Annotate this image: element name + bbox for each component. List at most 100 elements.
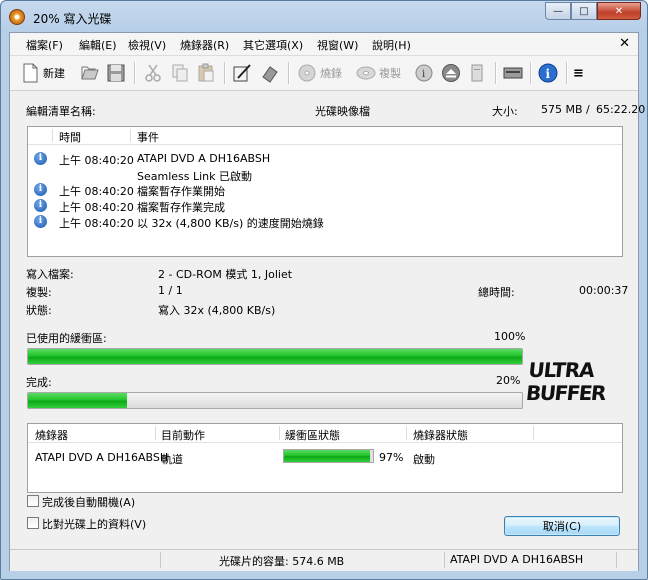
nero-disc-icon[interactable] <box>9 9 25 25</box>
cancel-button[interactable]: 取消(C) <box>504 516 620 536</box>
buffer-progress-fill <box>28 349 522 364</box>
drive-tray-icon <box>503 67 523 79</box>
menu-bar: 檔案(F) 編輯(E) 檢視(V) 燒錄器(R) 其它選項(X) 視窗(W) 說… <box>10 33 638 56</box>
duration-value: 65:22.20 <box>596 103 646 116</box>
done-percent: 20% <box>496 374 521 387</box>
burn-button-label: 燒錄 <box>320 67 342 80</box>
drive-buffer-percent: 97% <box>379 451 404 464</box>
log-row: i 上午 08:40:20 以 32x (4,800 KB/s) 的速度開始燒錄 <box>28 214 622 230</box>
chevron-overflow-icon: ≡ <box>573 65 584 81</box>
ultrabuffer-logo: ULTRA BUFFER <box>527 358 608 404</box>
menu-extras[interactable]: 其它選項(X) <box>243 37 303 53</box>
copy-disc-button[interactable]: 複製 <box>356 62 401 84</box>
recorder-list-header: 燒錄器 目前動作 緩衝區狀態 燒錄器狀態 <box>28 424 622 443</box>
new-button-label: 新建 <box>43 67 65 80</box>
write-files-value: 2 - CD-ROM 模式 1, Joliet <box>158 268 293 281</box>
compile-burn-button[interactable] <box>232 62 252 84</box>
paste-icon <box>198 63 214 82</box>
cut-button[interactable] <box>143 62 163 84</box>
window-title: 20% 寫入光碟 <box>33 12 112 26</box>
mdi-close-icon[interactable]: ✕ <box>619 36 630 51</box>
menu-file[interactable]: 檔案(F) <box>26 37 63 53</box>
info-icon: i <box>34 199 47 212</box>
close-button[interactable]: ✕ <box>597 2 641 20</box>
done-progress-bar <box>27 392 523 409</box>
verify-data-label[interactable]: 比對光碟上的資料(V) <box>42 516 146 532</box>
burn-button[interactable]: 燒錄 <box>297 62 342 84</box>
done-progress-fill <box>28 393 127 408</box>
about-button[interactable]: i <box>538 62 558 84</box>
menu-edit[interactable]: 編輯(E) <box>79 37 117 53</box>
copy-disc-icon <box>356 66 376 80</box>
column-header-action[interactable]: 目前動作 <box>161 427 205 443</box>
app-window: 20% 寫入光碟 — □ ✕ 檔案(F) 編輯(E) 檢視(V) 燒錄器(R) … <box>0 0 648 580</box>
total-time-value: 00:00:37 <box>579 284 629 297</box>
info-icon: i <box>34 152 47 165</box>
paste-button[interactable] <box>196 62 216 84</box>
size-value: 575 MB <box>541 103 583 116</box>
copy-disc-button-label: 複製 <box>379 67 401 80</box>
recorder-status: 啟動 <box>413 453 435 466</box>
log-row: Seamless Link 已啟動 <box>28 167 622 183</box>
log-event: 檔案暫存作業完成 <box>137 201 225 214</box>
menu-recorder[interactable]: 燒錄器(R) <box>180 37 229 53</box>
menu-view[interactable]: 檢視(V) <box>128 37 166 53</box>
menu-help[interactable]: 說明(H) <box>372 37 411 53</box>
info-icon: i <box>34 183 47 196</box>
auto-shutdown-checkbox[interactable] <box>27 495 39 507</box>
status-drive-text: ATAPI DVD A DH16ABSH <box>450 553 584 566</box>
column-header-recorder[interactable]: 燒錄器 <box>35 427 68 443</box>
status-label: 狀態: <box>26 304 52 317</box>
erase-button[interactable] <box>260 62 280 84</box>
drive-button[interactable] <box>467 62 487 84</box>
column-header-event[interactable]: 事件 <box>137 129 159 145</box>
event-log-list[interactable]: 時間 事件 i 上午 08:40:20 ATAPI DVD A DH16ABSH… <box>27 126 623 257</box>
write-files-label: 寫入檔案: <box>26 268 74 281</box>
open-icon <box>81 66 99 80</box>
main-client-area: 檔案(F) 編輯(E) 檢視(V) 燒錄器(R) 其它選項(X) 視窗(W) 說… <box>9 32 645 571</box>
svg-text:i: i <box>422 69 425 80</box>
copies-value: 1 / 1 <box>158 284 183 297</box>
minimize-button[interactable]: — <box>545 2 571 20</box>
buffer-label: 已使用的緩衝區: <box>26 332 107 345</box>
svg-text:BUFFER: BUFFER <box>527 381 608 404</box>
done-label: 完成: <box>26 376 52 389</box>
current-action: 軌道 <box>161 453 183 466</box>
copy-icon <box>172 64 188 82</box>
tray-button[interactable] <box>503 62 523 84</box>
drive-icon <box>471 64 483 82</box>
column-header-recorder-status[interactable]: 燒錄器狀態 <box>413 427 468 443</box>
info-icon: i <box>538 63 558 83</box>
cut-icon <box>145 64 161 82</box>
menu-window[interactable]: 視窗(W) <box>317 37 358 53</box>
save-icon <box>107 64 125 82</box>
eject-button[interactable] <box>441 62 461 84</box>
disc-info-button[interactable]: i <box>414 62 434 84</box>
open-button[interactable] <box>80 62 100 84</box>
buffer-percent: 100% <box>494 330 526 343</box>
log-time: 上午 08:40:20 <box>59 154 134 167</box>
log-row: i 上午 08:40:20 ATAPI DVD A DH16ABSH <box>28 151 622 167</box>
recorder-list[interactable]: 燒錄器 目前動作 緩衝區狀態 燒錄器狀態 ATAPI DVD A DH16ABS… <box>27 423 623 493</box>
log-event: 檔案暫存作業開始 <box>137 185 225 198</box>
auto-shutdown-label[interactable]: 完成後自動關機(A) <box>42 494 135 510</box>
maximize-button[interactable]: □ <box>571 2 597 20</box>
log-event: ATAPI DVD A DH16ABSH <box>137 152 271 165</box>
drive-buffer-bar <box>283 449 374 463</box>
disc-info-icon: i <box>415 64 433 82</box>
toolbar-overflow-button[interactable]: ≡ <box>573 62 584 84</box>
new-button[interactable]: 新建 <box>20 62 65 84</box>
caption-buttons: — □ ✕ <box>545 2 641 20</box>
title-bar[interactable]: 20% 寫入光碟 — □ ✕ <box>1 1 647 33</box>
copy-files-button[interactable] <box>170 62 190 84</box>
log-time: 上午 08:40:20 <box>59 217 134 230</box>
log-time: 上午 08:40:20 <box>59 201 134 214</box>
verify-data-checkbox[interactable] <box>27 517 39 529</box>
column-header-time[interactable]: 時間 <box>59 129 81 145</box>
save-button[interactable] <box>106 62 126 84</box>
column-header-buffer[interactable]: 緩衝區狀態 <box>285 427 340 443</box>
burn-disc-icon <box>298 64 316 82</box>
recorder-name: ATAPI DVD A DH16ABSH <box>35 451 169 464</box>
new-document-icon <box>23 63 38 83</box>
compilation-name-value: 光碟映像檔 <box>315 105 370 118</box>
